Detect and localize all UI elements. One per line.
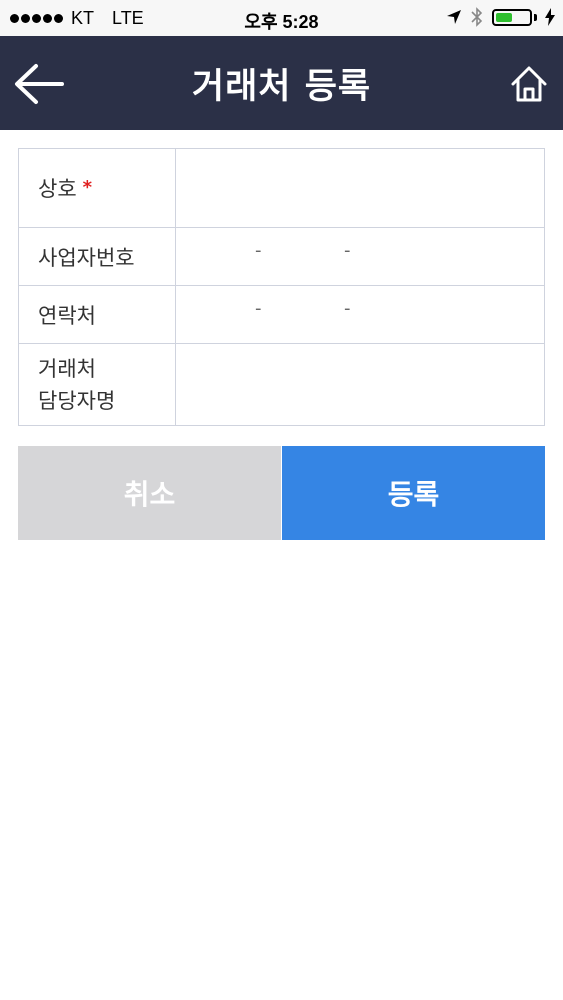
business-number-input-group: - - [176,228,544,285]
company-name-label: 상호 * [19,149,176,227]
company-name-input[interactable] [176,149,544,227]
manager-name-label-line2: 담당자명 [38,388,116,413]
home-button[interactable] [509,64,549,104]
contact-separator-1: - [255,298,262,319]
contact-separator-2: - [344,298,351,319]
register-button[interactable]: 등록 [282,446,545,540]
form-row-business-number: 사업자번호 - - [19,228,544,286]
business-number-input[interactable] [176,228,544,285]
business-number-label: 사업자번호 [19,228,176,285]
navigation-bar: 거래처 등록 [0,36,563,130]
battery-level [496,12,512,22]
battery-tip [534,13,537,21]
contact-label: 연락처 [19,286,176,343]
page-title: 거래처 등록 [191,67,372,107]
form-row-contact: 연락처 - - [19,286,544,344]
contact-input[interactable] [176,286,544,343]
business-number-separator-2: - [344,240,351,261]
battery-icon [492,8,532,26]
manager-name-input[interactable] [176,344,544,425]
status-right [446,7,555,27]
manager-name-label: 거래처 담당자명 [19,344,176,425]
business-number-separator-1: - [255,240,262,261]
manager-name-label-line1: 거래처 [38,356,96,381]
cancel-button[interactable]: 취소 [18,446,281,540]
contact-input-group: - - [176,286,544,343]
client-form: 상호 * 사업자번호 - - 연락처 - - 거래처 담당자명 [18,148,545,426]
form-row-company-name: 상호 * [19,149,544,228]
required-mark: * [82,177,93,198]
home-icon [511,66,547,102]
bluetooth-icon [471,7,483,27]
location-arrow-icon [447,10,461,24]
form-row-manager-name: 거래처 담당자명 [19,344,544,425]
charging-bolt-icon [545,8,555,26]
company-name-label-text: 상호 [38,177,77,201]
status-bar: KT LTE 오후 5:28 [0,0,563,36]
